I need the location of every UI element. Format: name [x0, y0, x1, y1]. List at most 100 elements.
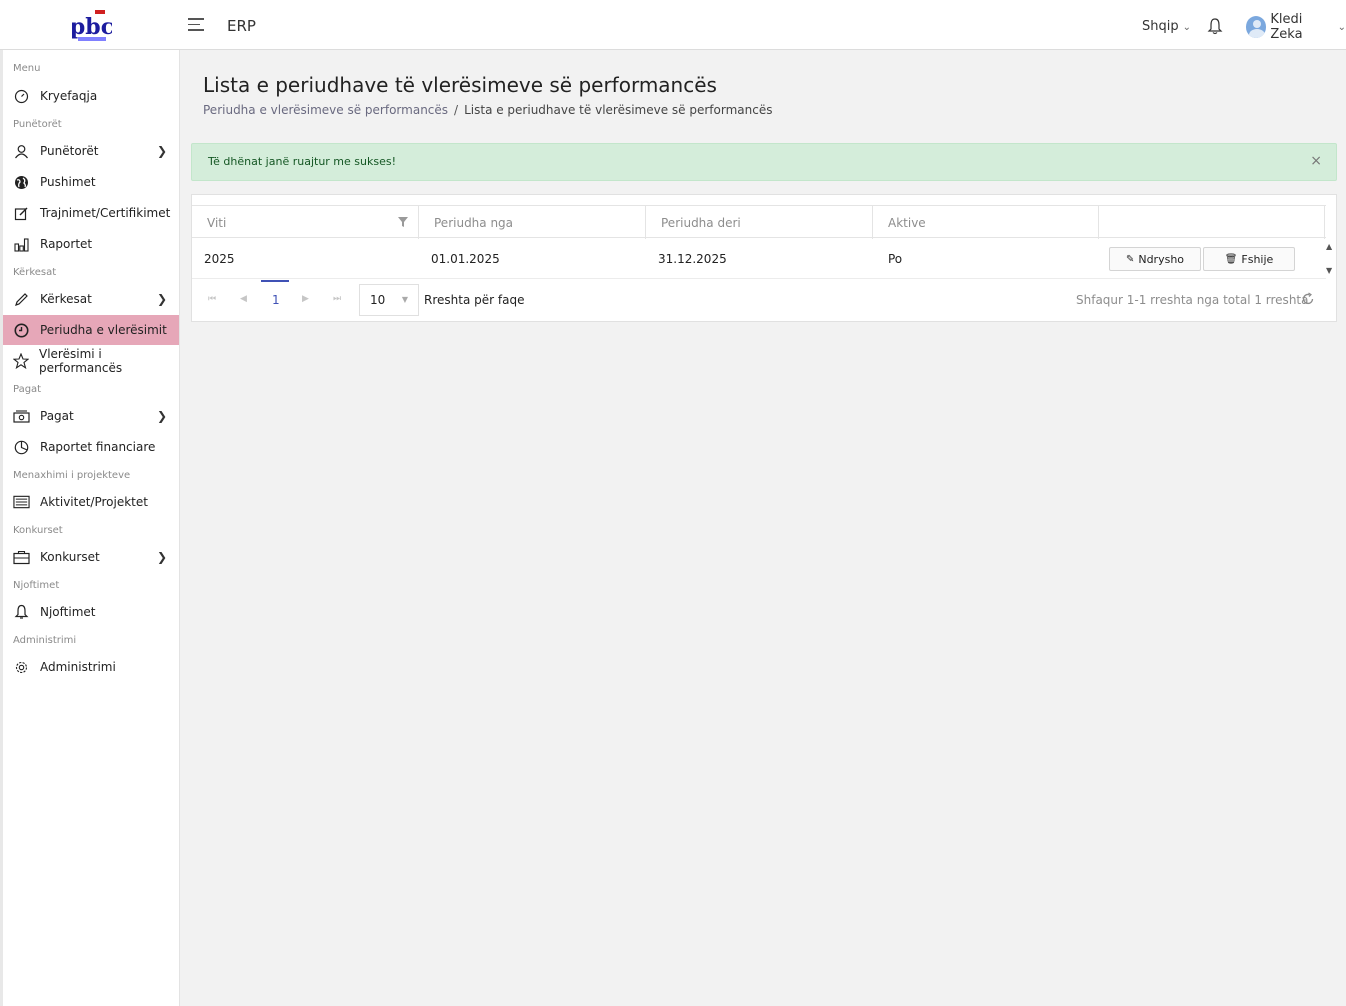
pager: ⏮ ◀ 1 ▶ ⏭ 10 ▼ Rreshta për faqe Shfaqur … [192, 280, 1338, 322]
chevron-down-icon: ⌄ [1182, 22, 1191, 33]
delete-button[interactable]: 🗑 Fshije [1203, 247, 1295, 271]
last-page-icon[interactable]: ⏭ [333, 294, 341, 304]
star-icon [13, 353, 29, 370]
sidebar-section-label: Kërkesat [13, 267, 57, 278]
sidebar-item-label: Raportet [40, 237, 93, 251]
cell-periudha-nga: 01.01.2025 [431, 252, 500, 266]
settings-icon [13, 659, 30, 676]
company-logo[interactable]: pbc [72, 8, 112, 44]
top-bar: pbc ERP Shqip ⌄ Kledi Zeka ⌄ [0, 0, 1346, 50]
sidebar-item-raportet-financiare[interactable]: Raportet financiare [3, 432, 179, 462]
breadcrumb: Periudha e vlerësimeve së performancës / L… [203, 103, 772, 117]
current-page-indicator [261, 280, 289, 282]
sidebar-item-kryefaqja[interactable]: Kryefaqja [3, 81, 179, 111]
cell-viti: 2025 [204, 252, 235, 266]
sidebar-item-njoftimet[interactable]: Njoftimet [3, 597, 179, 627]
close-icon[interactable]: × [1310, 153, 1322, 169]
delete-button-label: Fshije [1241, 252, 1274, 266]
language-selector[interactable]: Shqip ⌄ [1142, 19, 1191, 34]
sidebar-item-konkurset[interactable]: Konkurset ❯ [3, 542, 179, 572]
sidebar-item-pushimet[interactable]: Pushimet [3, 167, 179, 197]
user-icon [13, 143, 30, 160]
pencil-icon: ✎ [1125, 253, 1135, 265]
column-header-aktive[interactable]: Aktive [873, 206, 1099, 239]
chevron-right-icon: ❯ [156, 550, 167, 564]
cell-periudha-deri: 31.12.2025 [658, 252, 727, 266]
sidebar-section-label: Menu [13, 63, 41, 74]
sidebar-section-label: Menaxhimi i projekteve [13, 470, 131, 481]
sidebar-item-label: Konkurset [40, 550, 100, 564]
scroll-up-icon[interactable]: ▲ [1326, 242, 1332, 251]
column-header-periudha-deri[interactable]: Periudha deri [646, 206, 873, 239]
breadcrumb-separator: / [454, 103, 459, 117]
language-label: Shqip [1142, 19, 1179, 34]
sidebar-item-label: Administrimi [40, 660, 116, 674]
page-size-select[interactable]: 10 ▼ [359, 284, 419, 316]
filter-icon[interactable] [398, 217, 408, 227]
page-size-label: Rreshta për faqe [424, 293, 525, 307]
chevron-right-icon: ❯ [156, 144, 167, 158]
money-icon [13, 408, 30, 425]
dropdown-arrow-icon: ▼ [401, 295, 408, 304]
sidebar-item-raportet[interactable]: Raportet [3, 229, 179, 259]
column-label: Aktive [888, 215, 926, 230]
first-page-icon[interactable]: ⏮ [208, 294, 216, 304]
sidebar-item-label: Aktivitet/Projektet [40, 495, 148, 509]
sidebar-item-punetoret[interactable]: Punëtorët ❯ [3, 136, 179, 166]
column-header-actions [1099, 206, 1325, 239]
globe-icon [13, 174, 30, 191]
table-row[interactable]: 2025 01.01.2025 31.12.2025 Po ✎ Ndrysho 🗑… [192, 239, 1326, 279]
refresh-icon[interactable] [1301, 292, 1315, 306]
sidebar-item-administrimi[interactable]: Administrimi [3, 652, 179, 682]
sidebar: Menu Kryefaqja Punëtorët Punëtorët ❯ Pus… [0, 50, 180, 1006]
sidebar-item-label: Pagat [40, 409, 74, 423]
grid-header: Viti Periudha nga Periudha deri Aktive [192, 205, 1326, 239]
column-header-periudha-nga[interactable]: Periudha nga [419, 206, 646, 239]
sidebar-item-label: Kryefaqja [40, 89, 98, 103]
alert-message: Të dhënat janë ruajtur me sukses! [208, 155, 396, 168]
success-alert: Të dhënat janë ruajtur me sukses! × [191, 143, 1337, 181]
page-size-value: 10 [370, 293, 386, 307]
previous-page-icon[interactable]: ◀ [240, 294, 247, 304]
sidebar-item-vleresimi-i-performances[interactable]: Vlerësimi i performancës [3, 346, 179, 376]
edit-button-label: Ndrysho [1138, 252, 1185, 266]
trash-icon: 🗑 [1224, 253, 1238, 265]
periods-grid: Viti Periudha nga Periudha deri Aktive 2… [191, 194, 1337, 322]
page-title: Lista e periudhave të vlerësimeve së per… [203, 73, 717, 97]
scroll-down-icon[interactable]: ▼ [1326, 266, 1332, 275]
column-label: Viti [207, 215, 227, 230]
bell-icon [13, 604, 30, 621]
sidebar-item-trajnimet[interactable]: Trajnimet/Certifikimet [3, 198, 179, 228]
cell-aktive: Po [888, 252, 903, 266]
sidebar-section-label: Administrimi [13, 635, 77, 646]
column-header-viti[interactable]: Viti [192, 206, 419, 239]
chevron-down-icon: ⌄ [1337, 21, 1346, 33]
vertical-scrollbar[interactable]: ▲ ▼ [1324, 239, 1336, 279]
menu-toggle-icon[interactable] [188, 18, 204, 32]
pencil-icon [13, 291, 30, 308]
app-title: ERP [227, 17, 256, 35]
sidebar-item-label: Vlerësimi i performancës [39, 347, 123, 375]
next-page-icon[interactable]: ▶ [302, 294, 309, 304]
breadcrumb-link[interactable]: Periudha e vlerësimeve së performancës [203, 103, 448, 117]
avatar [1246, 16, 1267, 38]
dashboard-icon [13, 88, 30, 105]
sidebar-item-aktivitet-projektet[interactable]: Aktivitet/Projektet [3, 487, 179, 517]
user-menu[interactable]: Kledi Zeka ⌄ [1246, 12, 1346, 42]
column-label: Periudha nga [434, 215, 514, 230]
sidebar-item-kerkesat[interactable]: Kërkesat ❯ [3, 284, 179, 314]
briefcase-icon [13, 549, 30, 566]
clock-icon [13, 322, 30, 339]
sidebar-item-periudha-e-vleresimit[interactable]: Periudha e vlerësimit [3, 315, 179, 345]
sidebar-item-label: Periudha e vlerësimit [40, 323, 167, 337]
edit-button[interactable]: ✎ Ndrysho [1109, 247, 1201, 271]
chevron-right-icon: ❯ [156, 292, 167, 306]
user-name: Kledi Zeka [1270, 12, 1303, 42]
edit-icon [13, 205, 30, 222]
sidebar-item-pagat[interactable]: Pagat ❯ [3, 401, 179, 431]
sidebar-item-label: Njoftimet [40, 605, 96, 619]
sidebar-item-label: Kërkesat [40, 292, 92, 306]
breadcrumb-current: Lista e periudhave të vlerësimeve së per… [464, 103, 773, 117]
notifications-bell-icon[interactable] [1207, 17, 1223, 35]
page-number-button[interactable]: 1 [272, 293, 280, 307]
